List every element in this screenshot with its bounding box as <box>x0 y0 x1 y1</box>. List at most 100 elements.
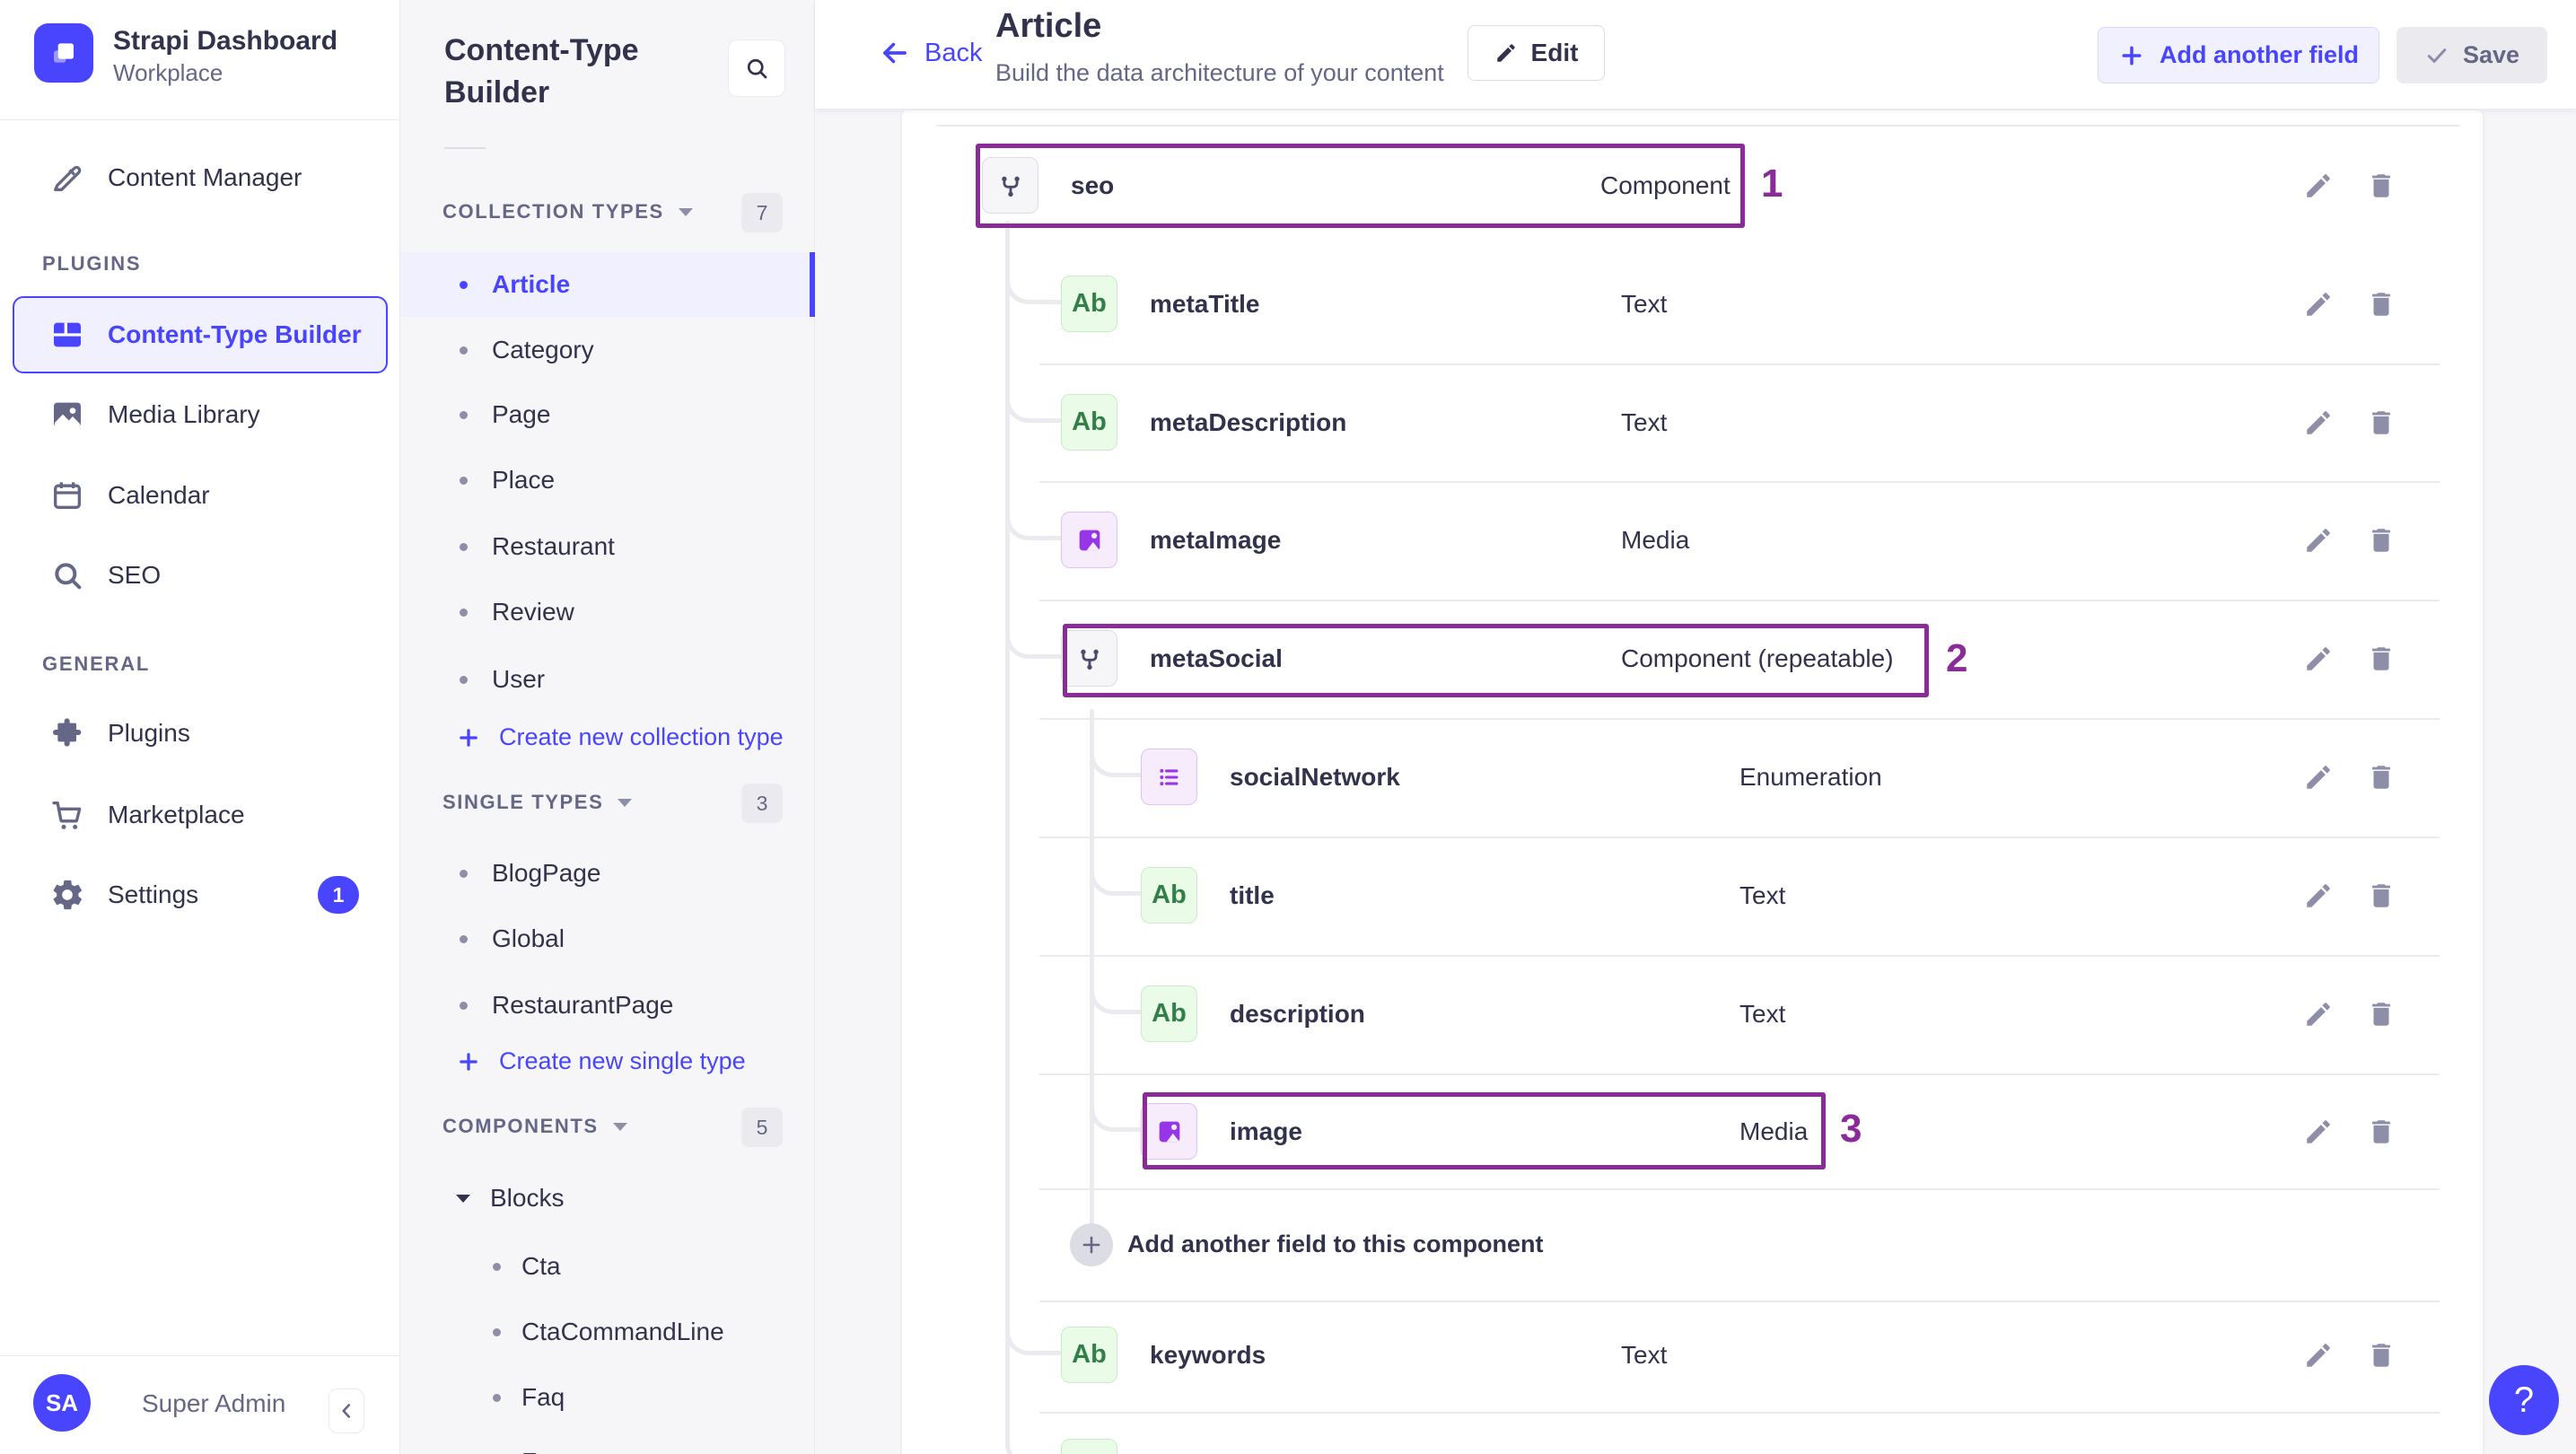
help-button[interactable]: ? <box>2489 1365 2559 1435</box>
subnav-component-features[interactable]: Features <box>400 1430 815 1454</box>
media-icon <box>1061 512 1117 568</box>
subnav-item-global[interactable]: Global <box>400 907 815 971</box>
edit-field-button[interactable] <box>2301 760 2335 794</box>
edit-field-button[interactable] <box>2301 997 2335 1031</box>
subnav-item-user[interactable]: User <box>400 647 815 712</box>
edit-label: Edit <box>1530 39 1579 66</box>
search-icon <box>49 557 85 593</box>
field-name: seo <box>1071 171 1115 199</box>
subnav-item-page[interactable]: Page <box>400 382 815 447</box>
edit-field-button[interactable] <box>2301 169 2335 203</box>
subnav-item-restaurant[interactable]: Restaurant <box>400 514 815 579</box>
subnav-item-restaurantpage[interactable]: RestaurantPage <box>400 973 815 1038</box>
sidebar-item-label: Plugins <box>108 719 190 747</box>
bullet-icon <box>460 542 468 551</box>
sidebar-item-plugins[interactable]: Plugins <box>0 694 400 773</box>
field-name: metaSocial <box>1150 644 1283 672</box>
bullet-icon <box>493 1393 501 1402</box>
delete-field-button[interactable] <box>2364 879 2398 913</box>
subnav-item-review[interactable]: Review <box>400 580 815 644</box>
subnav-group-blocks[interactable]: Blocks <box>456 1184 564 1213</box>
subnav-component-faq[interactable]: Faq <box>400 1365 815 1430</box>
edit-field-button[interactable] <box>2301 287 2335 321</box>
subnav-item-label: Global <box>492 924 565 952</box>
brand[interactable]: Strapi Dashboard Workplace <box>34 23 337 87</box>
subnav-section-components[interactable]: COMPONENTS <box>442 1115 627 1138</box>
subnav-action-label: Create new single type <box>499 1047 746 1074</box>
bullet-icon <box>460 934 468 943</box>
edit-field-button[interactable] <box>2301 642 2335 676</box>
subnav-item-place[interactable]: Place <box>400 448 815 512</box>
strapi-logo-icon <box>34 23 93 83</box>
edit-field-button[interactable] <box>2301 1450 2335 1454</box>
brand-text: Strapi Dashboard Workplace <box>113 23 337 87</box>
save-label: Save <box>2462 41 2520 68</box>
subnav-item-label: Cta <box>521 1252 561 1280</box>
bullet-icon <box>460 608 468 617</box>
bullet-icon <box>460 346 468 355</box>
field-name: image <box>1230 1117 1302 1145</box>
subnav-item-label: Page <box>492 400 551 428</box>
component-icon <box>1061 630 1117 687</box>
field-name: metaDescription <box>1150 408 1347 436</box>
subnav-component-cta[interactable]: Cta <box>400 1234 815 1299</box>
sidebar-item-media-library[interactable]: Media Library <box>0 375 400 454</box>
search-button[interactable] <box>728 39 785 97</box>
subnav-action-create-new-collection-type[interactable]: Create new collection type <box>456 723 784 751</box>
subnav-section-collection-types[interactable]: COLLECTION TYPES <box>442 200 693 223</box>
delete-field-button[interactable] <box>2364 406 2398 440</box>
content-manager-icon <box>49 160 85 196</box>
subnav-item-label: Review <box>492 598 574 626</box>
subnav-action-create-new-single-type[interactable]: Create new single type <box>456 1047 746 1075</box>
edit-button[interactable]: Edit <box>1468 25 1605 81</box>
save-button[interactable]: Save <box>2396 27 2547 83</box>
delete-field-button[interactable] <box>2364 642 2398 676</box>
plus-icon <box>456 725 481 750</box>
sidebar-item-content-manager[interactable]: Content Manager <box>0 138 400 217</box>
sidebar-item-label: Marketplace <box>108 801 245 828</box>
field-type: Text <box>1739 1000 1786 1028</box>
edit-field-button[interactable] <box>2301 1115 2335 1149</box>
sidebar-item-settings[interactable]: Settings 1 <box>0 855 400 934</box>
edit-field-button[interactable] <box>2301 1338 2335 1372</box>
subnav-item-blogpage[interactable]: BlogPage <box>400 841 815 906</box>
annotation-number-1: 1 <box>1761 162 1783 206</box>
edit-field-button[interactable] <box>2301 523 2335 557</box>
back-link[interactable]: Back <box>878 36 982 70</box>
collapse-sidebar-button[interactable] <box>329 1388 364 1433</box>
check-icon <box>2427 48 2447 63</box>
edit-field-button[interactable] <box>2301 406 2335 440</box>
sidebar-item-content-type-builder[interactable]: Content-Type Builder <box>13 296 388 373</box>
delete-field-button[interactable] <box>2364 1115 2398 1149</box>
sidebar-item-marketplace[interactable]: Marketplace <box>0 775 400 854</box>
field-name: title <box>1230 881 1275 909</box>
delete-field-button[interactable] <box>2364 287 2398 321</box>
subnav-item-article[interactable]: Article <box>400 252 815 317</box>
subnav-section-label: COLLECTION TYPES <box>442 200 664 223</box>
text-icon: Ab <box>1141 985 1197 1042</box>
strapi-app: Strapi Dashboard Workplace Content Manag… <box>0 0 2576 1454</box>
add-component-field-button[interactable] <box>1070 1223 1113 1266</box>
delete-field-button[interactable] <box>2364 1338 2398 1372</box>
subnav-section-single-types[interactable]: SINGLE TYPES <box>442 791 633 814</box>
avatar[interactable]: SA <box>33 1374 91 1432</box>
edit-field-button[interactable] <box>2301 879 2335 913</box>
delete-field-button[interactable] <box>2364 523 2398 557</box>
delete-field-button[interactable] <box>2364 760 2398 794</box>
subnav-component-ctacommandline[interactable]: CtaCommandLine <box>400 1300 815 1364</box>
chevron-left-icon <box>342 1404 351 1418</box>
subnav-item-category[interactable]: Category <box>400 318 815 382</box>
add-another-field-button[interactable]: Add another field <box>2098 27 2379 83</box>
page-title: Article <box>995 7 1102 45</box>
user-name: Super Admin <box>142 1389 286 1417</box>
sidebar-item-seo[interactable]: SEO <box>0 536 400 615</box>
delete-field-button[interactable] <box>2364 1450 2398 1454</box>
delete-field-button[interactable] <box>2364 169 2398 203</box>
field-type: Enumeration <box>1739 763 1882 791</box>
sidebar-item-label: Content-Type Builder <box>108 320 362 348</box>
media-library-icon <box>49 397 85 433</box>
delete-field-button[interactable] <box>2364 997 2398 1031</box>
field-type: Media <box>1621 526 1690 554</box>
subnav-item-label: BlogPage <box>492 859 601 887</box>
sidebar-item-calendar[interactable]: Calendar <box>0 456 400 535</box>
